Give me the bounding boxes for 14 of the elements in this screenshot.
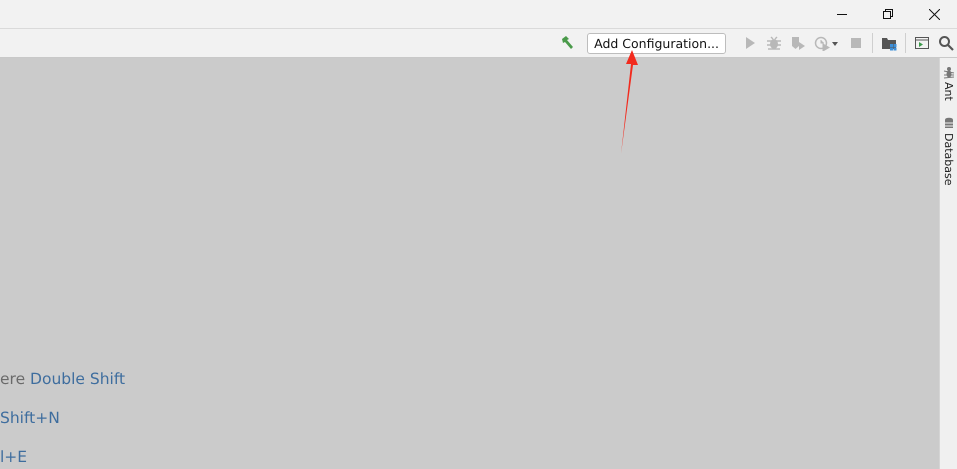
hammer-icon[interactable]: [559, 35, 576, 51]
add-configuration-button[interactable]: Add Configuration...: [587, 32, 726, 54]
database-icon: [942, 116, 954, 130]
search-icon[interactable]: [938, 35, 954, 51]
shortcut-hint: l+E: [0, 447, 28, 467]
terminal-icon[interactable]: [914, 35, 930, 51]
folder-grid-icon[interactable]: [881, 35, 897, 51]
shortcut-hint: ere Double Shift: [0, 369, 126, 389]
tool-window-tab[interactable]: Ant: [942, 82, 955, 101]
shortcut-hint: Shift+N: [0, 408, 61, 428]
tool-window-tab[interactable]: Database: [942, 132, 955, 186]
restore-icon[interactable]: [883, 9, 893, 19]
ant-icon: [942, 66, 954, 79]
close-icon[interactable]: [928, 8, 940, 20]
